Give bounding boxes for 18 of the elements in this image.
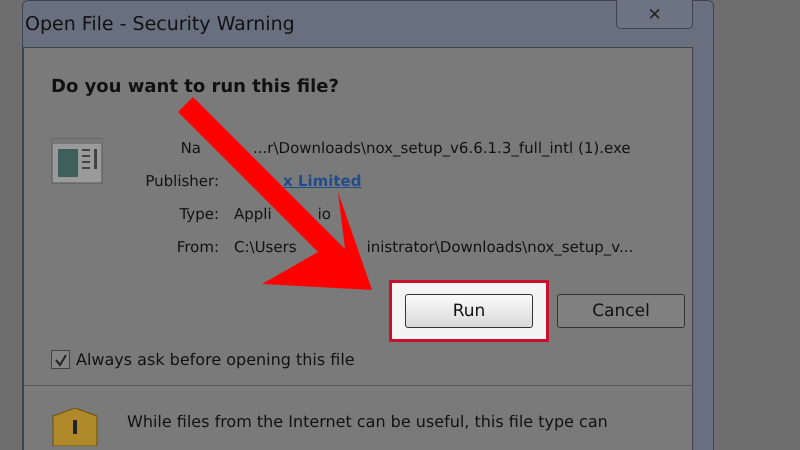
field-label: Type: [178, 205, 219, 223]
dialog-heading: Do you want to run this file? [51, 76, 340, 97]
checkbox-label: Always ask before opening this file [76, 350, 355, 369]
dialog-button[interactable]: Run [405, 294, 533, 328]
field-value: io [318, 205, 331, 223]
window-title: Open File - Security Warning [25, 13, 295, 35]
field-value: C:\Users [234, 238, 297, 256]
shield-icon [51, 406, 99, 446]
field-value: ...r\Downloads\nox_setup_v6.6.1.3_full_intl (1).exe [253, 139, 631, 157]
field-value: Appli [234, 205, 272, 223]
dialog-button[interactable]: Cancel [557, 294, 685, 328]
close-button[interactable]: ✕ [616, 0, 693, 29]
warning-text: While files from the Internet can be useful, this file type can [127, 412, 608, 431]
field-label: Publisher: [144, 172, 219, 190]
field-label: Na [180, 139, 202, 157]
field-value: inistrator\Downloads\nox_setup_v... [366, 238, 634, 256]
checkbox[interactable] [51, 350, 70, 369]
field-label: From: [176, 238, 219, 256]
